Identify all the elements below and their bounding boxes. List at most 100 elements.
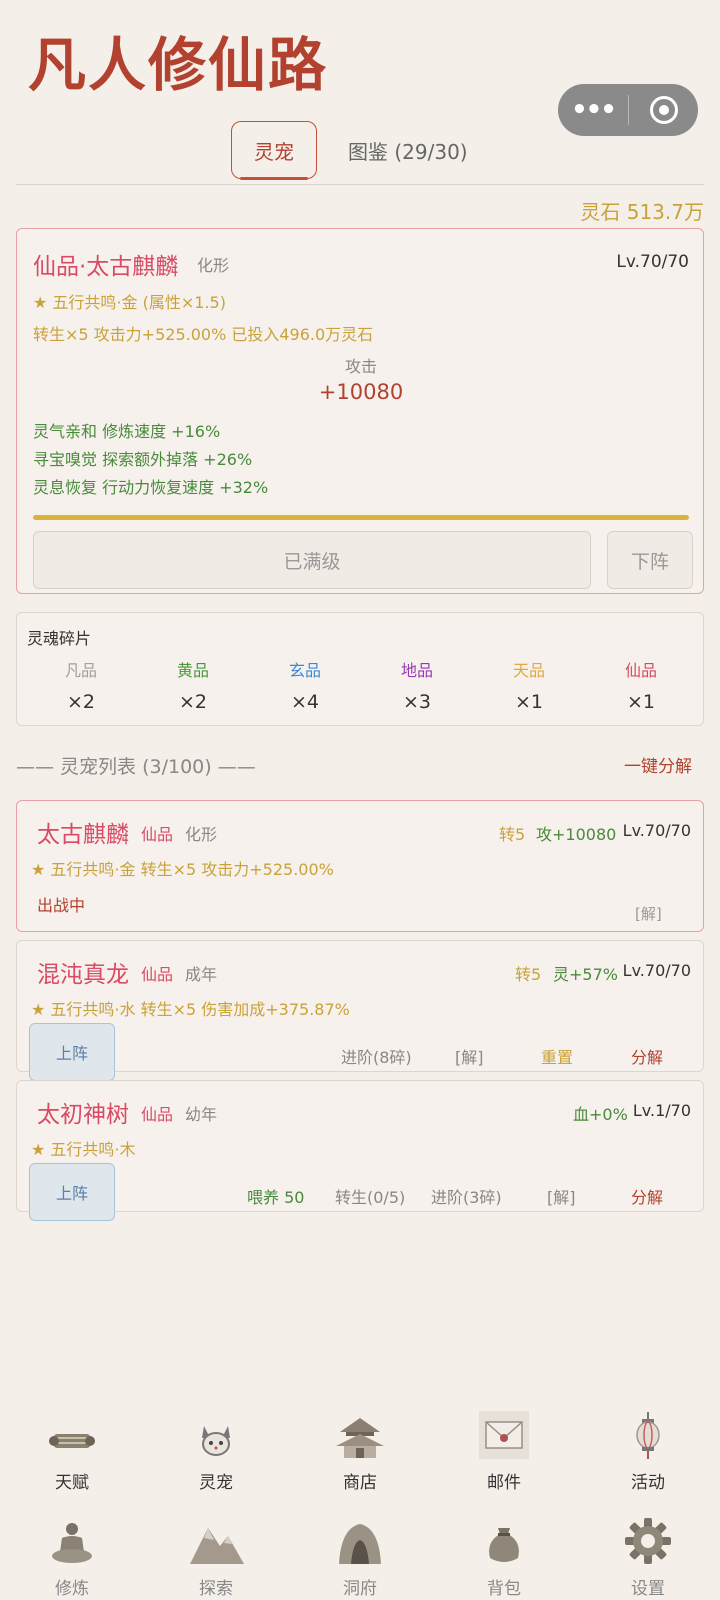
deploy-button[interactable]: 上阵 xyxy=(29,1163,115,1221)
tab-bar: 灵宠 图鉴 (29/30) xyxy=(0,121,720,181)
pet-grade: 仙品 xyxy=(141,1105,174,1124)
nav-label: 灵宠 xyxy=(199,1473,233,1493)
mountain-icon xyxy=(144,1506,288,1566)
stat-value: +10080 xyxy=(318,380,404,404)
fragment-quality: 天品 xyxy=(512,661,545,680)
soul-fragments-panel: 灵魂碎片 凡品 ×2 黄品 ×2 玄品 ×4 地品 ×3 天品 ×1 仙品 ×1 xyxy=(16,612,704,726)
pet-form: 化形 xyxy=(185,825,218,844)
reset-button[interactable]: 重置 xyxy=(541,1044,573,1068)
pet-title: 仙品·太古麒麟 xyxy=(33,254,179,280)
nav-label: 邮件 xyxy=(487,1473,521,1493)
decompose-button[interactable]: [解] xyxy=(635,903,662,924)
fox-icon xyxy=(144,1400,288,1460)
one-click-decompose-button[interactable]: 一键分解 xyxy=(624,752,692,777)
nav-label: 活动 xyxy=(631,1473,665,1493)
pet-list-header: —— 灵宠列表 (3/100) —— xyxy=(16,756,256,778)
pet-detail: ★ 五行共鸣·木 xyxy=(31,1140,136,1159)
pet-bonus: 血+0% xyxy=(573,1105,628,1124)
feed-button[interactable]: 喂养 50 xyxy=(247,1184,304,1208)
pet-rebirth: 转5 xyxy=(499,825,526,844)
decompose-button[interactable]: [解] xyxy=(455,1044,484,1068)
fragment-quality: 玄品 xyxy=(288,661,321,680)
nav-cave[interactable]: 洞府 xyxy=(288,1506,432,1599)
trait-1: 灵气亲和 修炼速度 +16% xyxy=(33,422,221,441)
spirit-stone-balance: 灵石 513.7万 xyxy=(580,200,704,224)
pet-grade: 仙品 xyxy=(141,825,174,844)
remove-pet-button[interactable]: 下阵 xyxy=(607,531,693,589)
nav-label: 探索 xyxy=(199,1579,233,1599)
max-level-button[interactable]: 已满级 xyxy=(33,531,591,589)
pet-list-item[interactable]: 太初神树 仙品 幼年 血+0% Lv.1/70 ★ 五行共鸣·木 上阵 喂养 5… xyxy=(16,1080,704,1221)
tab-codex[interactable]: 图鉴 (29/30) xyxy=(348,121,468,179)
active-pet-card: 仙品·太古麒麟 化形 Lv.70/70 ★ 五行共鸣·金 (属性×1.5) 转生… xyxy=(16,228,704,594)
fragment-count: ×4 xyxy=(290,691,319,713)
pet-bonus: 灵+57% xyxy=(553,965,618,984)
fragment-common: 凡品 ×2 xyxy=(25,657,137,713)
nav-label: 修炼 xyxy=(55,1579,89,1599)
nav-mail[interactable]: 邮件 xyxy=(432,1400,576,1493)
nav-shop[interactable]: 商店 xyxy=(288,1400,432,1493)
envelope-icon xyxy=(432,1400,576,1460)
nav-backpack[interactable]: 背包 xyxy=(432,1506,576,1599)
pet-form: 幼年 xyxy=(185,1105,218,1124)
advance-button[interactable]: 进阶(3碎) xyxy=(431,1184,502,1208)
rebirth-button[interactable]: 转生(0/5) xyxy=(335,1184,405,1208)
pet-level: Lv.70/70 xyxy=(622,961,691,980)
pet-level: Lv.70/70 xyxy=(622,821,691,840)
nav-label: 洞府 xyxy=(343,1579,377,1599)
pet-level: Lv.70/70 xyxy=(616,252,689,272)
app-title: 凡人修仙路 xyxy=(28,31,329,99)
nav-label: 背包 xyxy=(487,1579,521,1599)
fragment-count: ×1 xyxy=(626,691,655,713)
advance-button[interactable]: 进阶(8碎) xyxy=(341,1044,412,1068)
pet-list-item[interactable]: 太古麒麟 仙品 化形 转5 攻+10080 Lv.70/70 ★ 五行共鸣·金 … xyxy=(16,800,704,932)
pet-grade: 仙品 xyxy=(141,965,174,984)
fragment-yellow: 黄品 ×2 xyxy=(137,657,249,713)
close-target-icon[interactable] xyxy=(629,96,698,124)
stat-label: 攻击 xyxy=(344,357,377,376)
pet-status: 出战中 xyxy=(37,896,86,915)
nav-events[interactable]: 活动 xyxy=(576,1400,720,1493)
pet-list-item[interactable]: 混沌真龙 仙品 成年 转5 灵+57% Lv.70/70 ★ 五行共鸣·水 转生… xyxy=(16,940,704,1081)
gear-icon xyxy=(576,1506,720,1566)
fragment-immortal: 仙品 ×1 xyxy=(585,657,697,713)
pet-rebirth: 转5 xyxy=(515,965,542,984)
nav-pets[interactable]: 灵宠 xyxy=(144,1400,288,1493)
nav-explore[interactable]: 探索 xyxy=(144,1506,288,1599)
scroll-icon xyxy=(0,1400,144,1460)
meditation-icon xyxy=(0,1506,144,1566)
pet-rebirth-line: 转生×5 攻击力+525.00% 已投入496.0万灵石 xyxy=(33,325,374,344)
level-progress-bar xyxy=(33,515,689,520)
level-progress-fill xyxy=(33,515,689,520)
decompose-button[interactable]: [解] xyxy=(547,1184,576,1208)
dismantle-button[interactable]: 分解 xyxy=(631,1184,663,1208)
fragment-heaven: 天品 ×1 xyxy=(473,657,585,713)
tab-divider xyxy=(16,184,704,185)
nav-label: 设置 xyxy=(631,1579,665,1599)
lantern-icon xyxy=(576,1400,720,1460)
cave-icon xyxy=(288,1506,432,1566)
dismantle-button[interactable]: 分解 xyxy=(631,1044,663,1068)
pouch-icon xyxy=(432,1506,576,1566)
fragment-count: ×2 xyxy=(66,691,95,713)
fragment-count: ×2 xyxy=(178,691,207,713)
fragment-quality: 地品 xyxy=(400,661,433,680)
nav-cultivate[interactable]: 修炼 xyxy=(0,1506,144,1599)
pet-name: 混沌真龙 xyxy=(37,962,129,988)
pet-form: 化形 xyxy=(197,256,230,275)
fragment-quality: 凡品 xyxy=(64,661,97,680)
nav-talent[interactable]: 天赋 xyxy=(0,1400,144,1493)
pet-detail: ★ 五行共鸣·金 转生×5 攻击力+525.00% xyxy=(31,860,334,879)
nav-settings[interactable]: 设置 xyxy=(576,1506,720,1599)
pet-detail: ★ 五行共鸣·水 转生×5 伤害加成+375.87% xyxy=(31,1000,350,1019)
pet-name: 太初神树 xyxy=(37,1102,129,1128)
pet-form: 成年 xyxy=(185,965,218,984)
fragment-quality: 黄品 xyxy=(176,661,209,680)
fragment-count: ×1 xyxy=(514,691,543,713)
deploy-button[interactable]: 上阵 xyxy=(29,1023,115,1081)
fragment-count: ×3 xyxy=(402,691,431,713)
tab-pets[interactable]: 灵宠 xyxy=(231,121,317,180)
pet-level: Lv.1/70 xyxy=(632,1101,691,1120)
trait-2: 寻宝嗅觉 探索额外掉落 +26% xyxy=(33,450,253,469)
fragment-quality: 仙品 xyxy=(624,661,657,680)
